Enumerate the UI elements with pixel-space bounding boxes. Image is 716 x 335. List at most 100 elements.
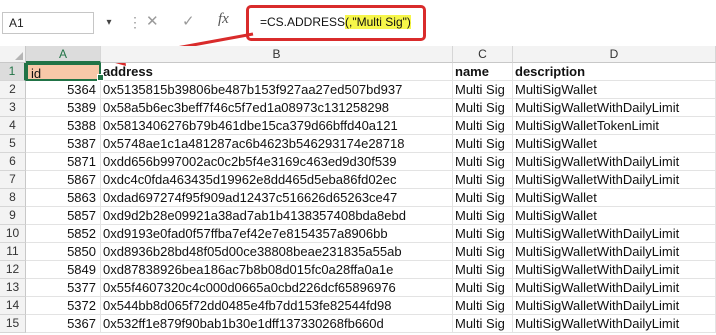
cell-id[interactable]: 5871 bbox=[26, 153, 101, 171]
cell-address[interactable]: 0x58a5b6ec3beff7f46c5f7ed1a08973c1312582… bbox=[101, 99, 453, 117]
cell-description[interactable]: MultiSigWalletWithDailyLimit bbox=[513, 99, 716, 117]
cell-address[interactable]: 0xd8936b28bd48f05d00ce38808beae231835a55… bbox=[101, 243, 453, 261]
row-header[interactable]: 7 bbox=[0, 171, 26, 189]
cell-id[interactable]: 5364 bbox=[26, 81, 101, 99]
cell-id[interactable]: 5850 bbox=[26, 243, 101, 261]
column-header-d[interactable]: D bbox=[513, 46, 716, 63]
table-row: 2 5364 0x5135815b39806be487b153f927aa27ed5… bbox=[0, 81, 716, 99]
row-header[interactable]: 15 bbox=[0, 315, 26, 333]
cell-id[interactable]: 5389 bbox=[26, 99, 101, 117]
cell-description[interactable]: MultiSigWallet bbox=[513, 189, 716, 207]
cell-address[interactable]: 0xd87838926bea186ac7b8b08d015fc0a28ffa0a… bbox=[101, 261, 453, 279]
row-header[interactable]: 1 bbox=[0, 63, 26, 81]
table-row: 12 5849 0xd87838926bea186ac7b8b08d015fc0a2… bbox=[0, 261, 716, 279]
insert-function-icon[interactable]: fx bbox=[218, 11, 229, 28]
cell-id[interactable]: 5387 bbox=[26, 135, 101, 153]
formula-input[interactable]: =CS.ADDRESS(,"Multi Sig") bbox=[246, 5, 426, 41]
cell-id[interactable]: 5857 bbox=[26, 207, 101, 225]
cell-address[interactable]: 0xdc4c0fda463435d19962e8dd465d5eba86fd02… bbox=[101, 171, 453, 189]
cell-name[interactable]: Multi Sig bbox=[453, 153, 513, 171]
formula-highlighted-args: (,"Multi Sig") bbox=[345, 15, 411, 29]
row-header[interactable]: 10 bbox=[0, 225, 26, 243]
cell-name[interactable]: Multi Sig bbox=[453, 81, 513, 99]
cell-name[interactable]: Multi Sig bbox=[453, 279, 513, 297]
cell-id[interactable]: 5367 bbox=[26, 315, 101, 333]
cell-name[interactable]: Multi Sig bbox=[453, 171, 513, 189]
cell-description[interactable]: MultiSigWalletWithDailyLimit bbox=[513, 225, 716, 243]
cell-address[interactable]: 0x5813406276b79b461dbe15ca379d66bffd40a1… bbox=[101, 117, 453, 135]
table-row: 9 5857 0xd9d2b28e09921a38ad7ab1b4138357408… bbox=[0, 207, 716, 225]
cell-description[interactable]: MultiSigWalletWithDailyLimit bbox=[513, 315, 716, 333]
row-header[interactable]: 3 bbox=[0, 99, 26, 117]
cell-a1[interactable]: id bbox=[26, 63, 101, 81]
cell-address[interactable]: 0xd9193e0fad0f57ffba7ef42e7e8154357a8906… bbox=[101, 225, 453, 243]
cell-id[interactable]: 5849 bbox=[26, 261, 101, 279]
cell-name[interactable]: Multi Sig bbox=[453, 225, 513, 243]
formula-bar-grip-icon: ⋮ bbox=[128, 14, 142, 30]
cell-name[interactable]: Multi Sig bbox=[453, 99, 513, 117]
table-row: 10 5852 0xd9193e0fad0f57ffba7ef42e7e815435… bbox=[0, 225, 716, 243]
row-header[interactable]: 6 bbox=[0, 153, 26, 171]
cell-id[interactable]: 5377 bbox=[26, 279, 101, 297]
row-header[interactable]: 11 bbox=[0, 243, 26, 261]
cell-description[interactable]: MultiSigWalletWithDailyLimit bbox=[513, 261, 716, 279]
cell-address[interactable]: 0x5135815b39806be487b153f927aa27ed507bd9… bbox=[101, 81, 453, 99]
table-row: 4 5388 0x5813406276b79b461dbe15ca379d66bff… bbox=[0, 117, 716, 135]
cell-name[interactable]: Multi Sig bbox=[453, 207, 513, 225]
cell-address[interactable]: 0xdd656b997002ac0c2b5f4e3169c463ed9d30f5… bbox=[101, 153, 453, 171]
cell-name[interactable]: Multi Sig bbox=[453, 117, 513, 135]
cell-name[interactable]: Multi Sig bbox=[453, 297, 513, 315]
cell-description[interactable]: MultiSigWallet bbox=[513, 81, 716, 99]
cell-description[interactable]: MultiSigWallet bbox=[513, 207, 716, 225]
row-header[interactable]: 4 bbox=[0, 117, 26, 135]
cell-name[interactable]: Multi Sig bbox=[453, 243, 513, 261]
row-header[interactable]: 12 bbox=[0, 261, 26, 279]
cancel-icon[interactable]: ✕ bbox=[146, 12, 159, 30]
cell-name[interactable]: Multi Sig bbox=[453, 315, 513, 333]
cell-description[interactable]: MultiSigWalletWithDailyLimit bbox=[513, 153, 716, 171]
table-row: 7 5867 0xdc4c0fda463435d19962e8dd465d5eba8… bbox=[0, 171, 716, 189]
fill-handle[interactable] bbox=[97, 74, 104, 81]
cell-address[interactable]: 0x532ff1e879f90bab1b30e1dff137330268fb66… bbox=[101, 315, 453, 333]
cell-id[interactable]: 5852 bbox=[26, 225, 101, 243]
table-row: 8 5863 0xdad697274f95f909ad12437c516626d65… bbox=[0, 189, 716, 207]
table-row: 11 5850 0xd8936b28bd48f05d00ce38808beae231… bbox=[0, 243, 716, 261]
cell-address[interactable]: 0x5748ae1c1a481287ac6b4623b546293174e287… bbox=[101, 135, 453, 153]
cell-address[interactable]: 0x55f4607320c4c000d0665a0cbd226dcf658969… bbox=[101, 279, 453, 297]
name-box-dropdown-icon[interactable]: ▾ bbox=[102, 12, 116, 34]
cell-id[interactable]: 5863 bbox=[26, 189, 101, 207]
formula-bar: A1 ▾ ⋮ ✕ ✓ fx =CS.ADDRESS(,"Multi Sig") bbox=[0, 0, 716, 47]
row-header[interactable]: 8 bbox=[0, 189, 26, 207]
cell-description[interactable]: MultiSigWalletWithDailyLimit bbox=[513, 279, 716, 297]
cell-name[interactable]: Multi Sig bbox=[453, 189, 513, 207]
header-name[interactable]: name bbox=[453, 63, 513, 81]
cell-description[interactable]: MultiSigWallet bbox=[513, 135, 716, 153]
cell-description[interactable]: MultiSigWalletTokenLimit bbox=[513, 117, 716, 135]
row-header[interactable]: 14 bbox=[0, 297, 26, 315]
column-header-b[interactable]: B bbox=[101, 46, 453, 63]
table-row: 3 5389 0x58a5b6ec3beff7f46c5f7ed1a08973c13… bbox=[0, 99, 716, 117]
cell-description[interactable]: MultiSigWalletWithDailyLimit bbox=[513, 297, 716, 315]
cell-id[interactable]: 5372 bbox=[26, 297, 101, 315]
cell-name[interactable]: Multi Sig bbox=[453, 135, 513, 153]
select-all-corner[interactable] bbox=[0, 46, 26, 63]
column-header-c[interactable]: C bbox=[453, 46, 513, 63]
cell-id[interactable]: 5867 bbox=[26, 171, 101, 189]
cell-address[interactable]: 0xd9d2b28e09921a38ad7ab1b4138357408bda8e… bbox=[101, 207, 453, 225]
row-header[interactable]: 2 bbox=[0, 81, 26, 99]
header-description[interactable]: description bbox=[513, 63, 716, 81]
cell-description[interactable]: MultiSigWalletWithDailyLimit bbox=[513, 171, 716, 189]
cell-id[interactable]: 5388 bbox=[26, 117, 101, 135]
row-header[interactable]: 13 bbox=[0, 279, 26, 297]
column-header-a[interactable]: A bbox=[26, 46, 101, 63]
cell-address[interactable]: 0xdad697274f95f909ad12437c516626d65263ce… bbox=[101, 189, 453, 207]
cell-address[interactable]: 0x544bb8d065f72dd0485e4fb7dd153fe82544fd… bbox=[101, 297, 453, 315]
cell-name[interactable]: Multi Sig bbox=[453, 261, 513, 279]
enter-icon[interactable]: ✓ bbox=[182, 12, 195, 30]
row-header[interactable]: 9 bbox=[0, 207, 26, 225]
name-box[interactable]: A1 bbox=[2, 12, 94, 34]
row-header[interactable]: 5 bbox=[0, 135, 26, 153]
header-address[interactable]: address bbox=[101, 63, 453, 81]
table-row: 6 5871 0xdd656b997002ac0c2b5f4e3169c463ed9… bbox=[0, 153, 716, 171]
cell-description[interactable]: MultiSigWalletWithDailyLimit bbox=[513, 243, 716, 261]
